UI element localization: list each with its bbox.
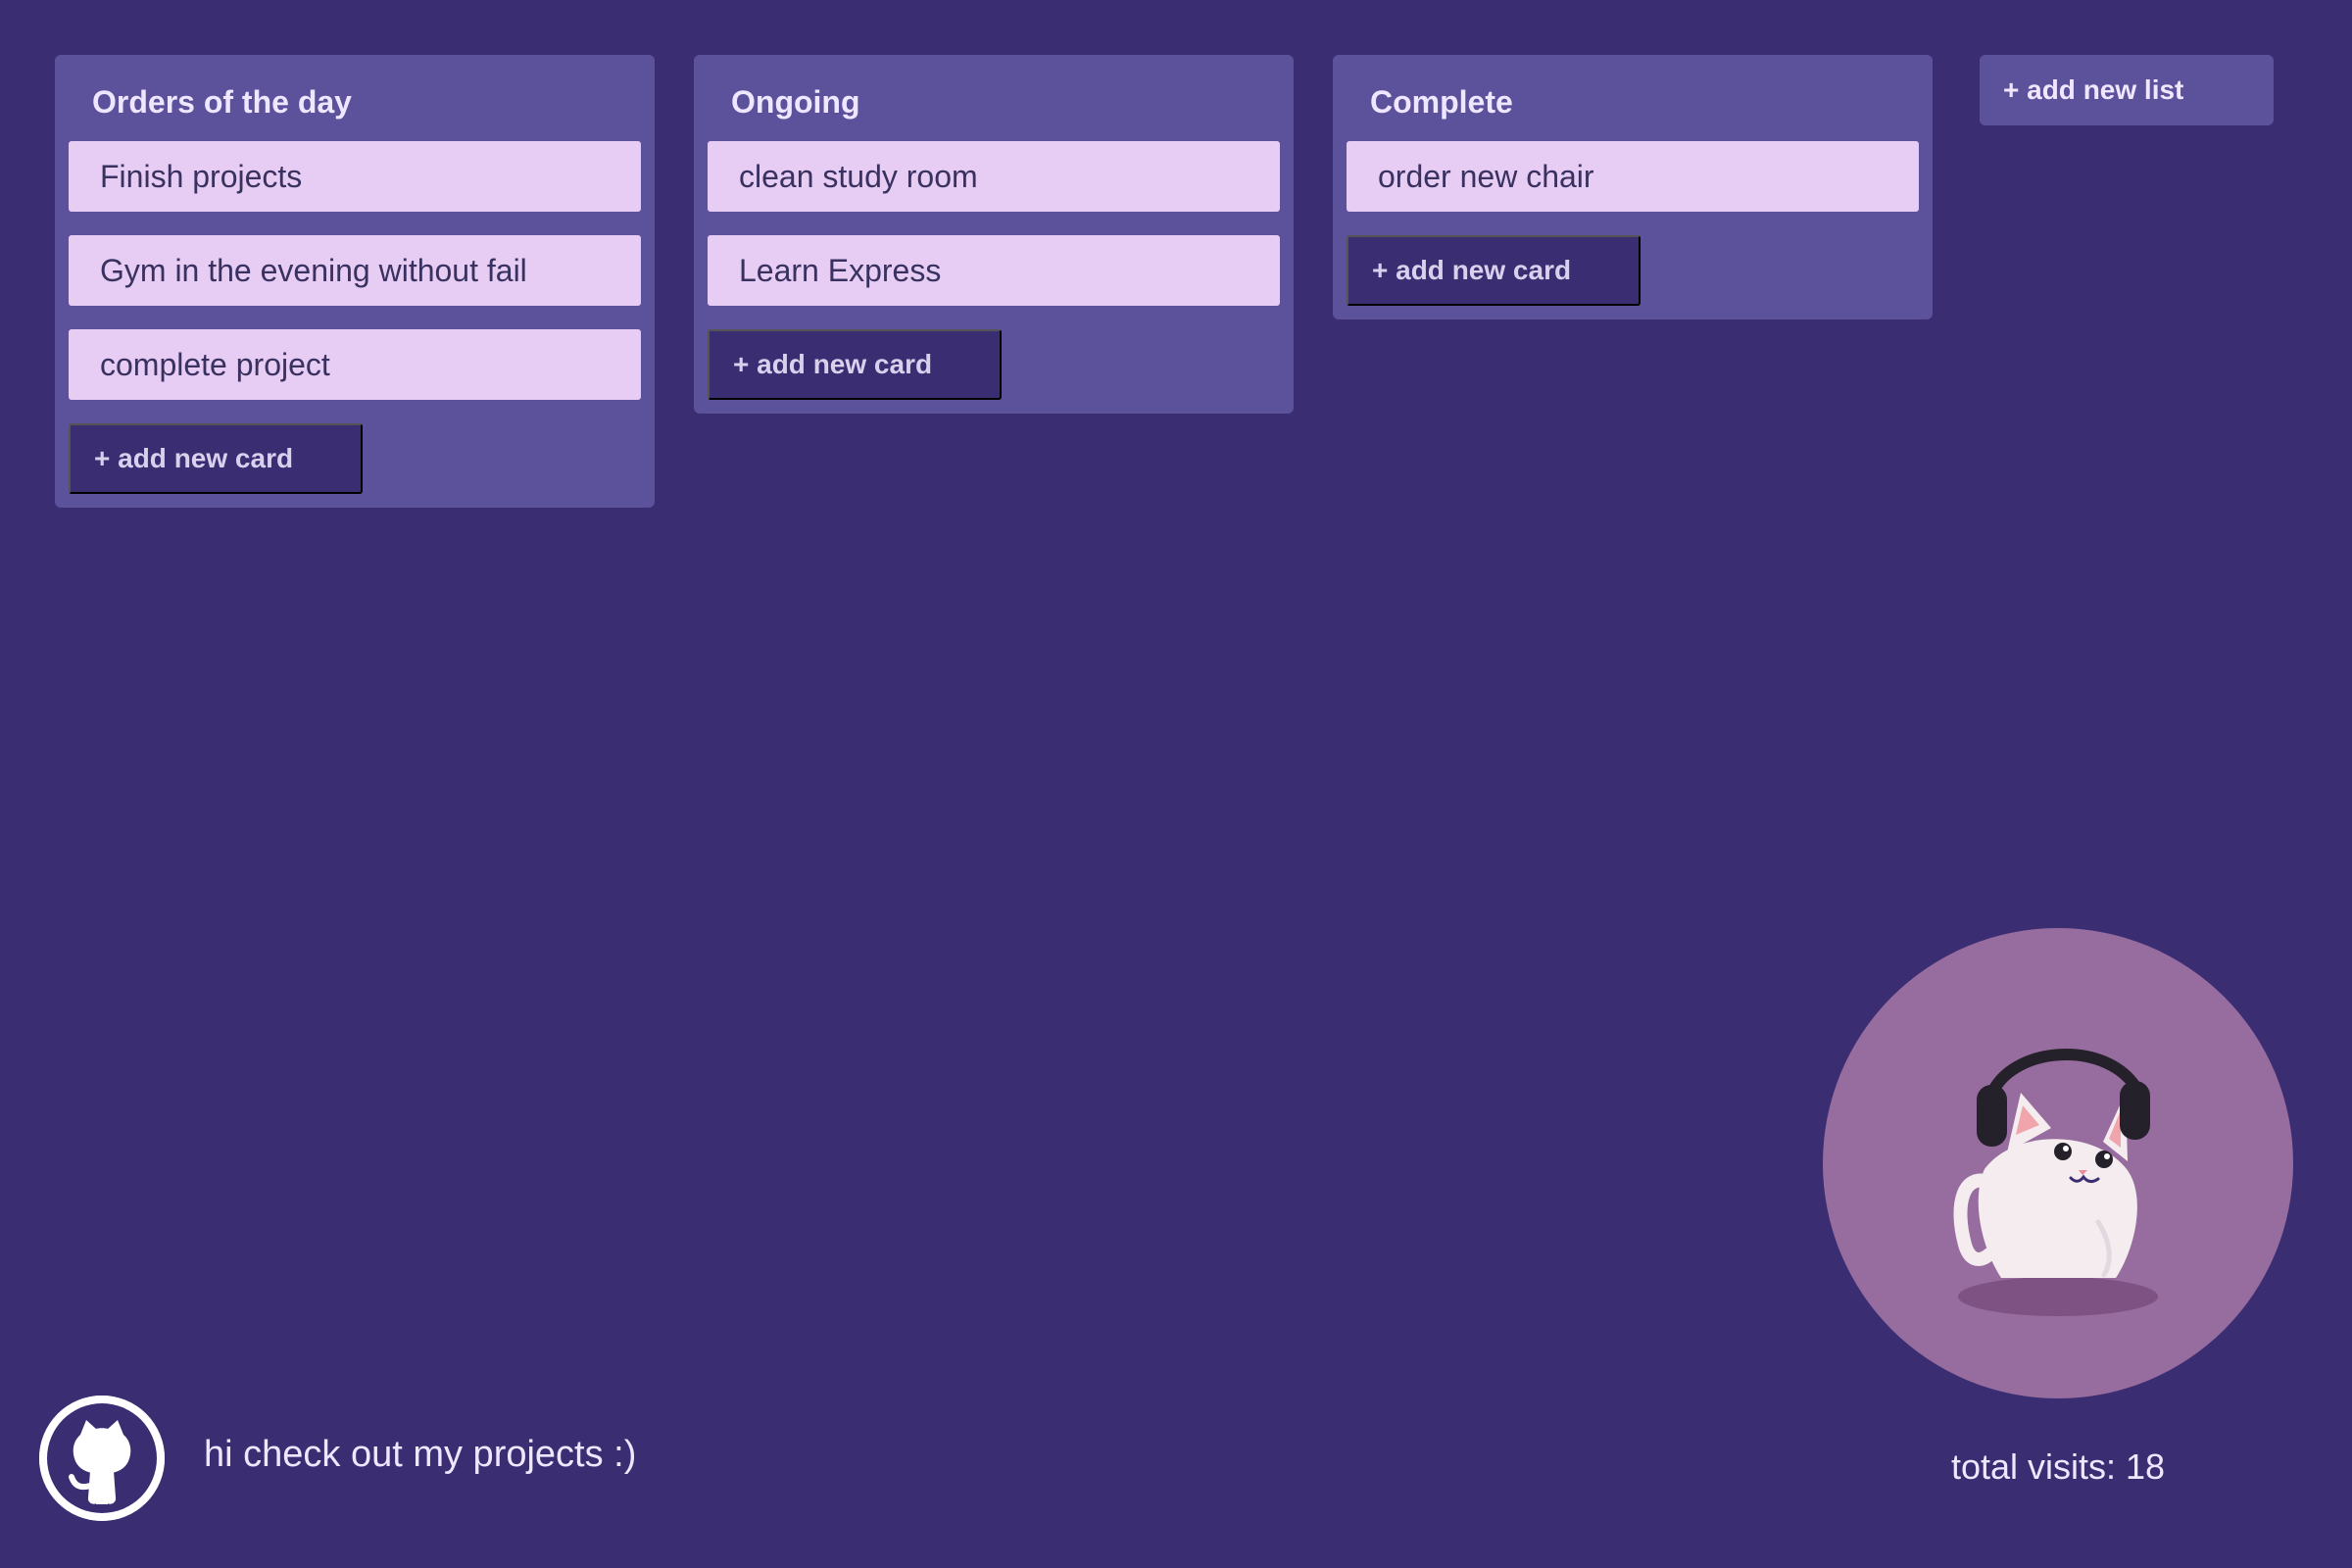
cat-illustration bbox=[1823, 928, 2293, 1398]
list-orders-of-the-day: Orders of the day Finish projects Gym in… bbox=[55, 55, 655, 508]
list-complete: Complete order new chair + add new card bbox=[1333, 55, 1933, 319]
total-visits: total visits: 18 bbox=[1950, 1446, 2166, 1487]
list-title[interactable]: Ongoing bbox=[708, 55, 1280, 141]
list-ongoing: Ongoing clean study room Learn Express +… bbox=[694, 55, 1294, 414]
github-icon bbox=[39, 1396, 165, 1521]
list-title[interactable]: Complete bbox=[1347, 55, 1919, 141]
card[interactable]: Learn Express bbox=[708, 235, 1280, 306]
add-new-card-button[interactable]: + add new card bbox=[69, 423, 363, 494]
add-new-card-button[interactable]: + add new card bbox=[1347, 235, 1641, 306]
card[interactable]: Gym in the evening without fail bbox=[69, 235, 641, 306]
github-link[interactable] bbox=[39, 1396, 165, 1521]
card[interactable]: order new chair bbox=[1347, 141, 1919, 212]
add-new-card-button[interactable]: + add new card bbox=[708, 329, 1002, 400]
footer-message: hi check out my projects :) bbox=[204, 1434, 637, 1475]
add-new-list-button[interactable]: + add new list bbox=[1980, 55, 2274, 125]
card[interactable]: clean study room bbox=[708, 141, 1280, 212]
card[interactable]: complete project bbox=[69, 329, 641, 400]
cat-with-headphones-icon bbox=[1953, 1049, 2158, 1316]
list-title[interactable]: Orders of the day bbox=[69, 55, 641, 141]
card[interactable]: Finish projects bbox=[69, 141, 641, 212]
